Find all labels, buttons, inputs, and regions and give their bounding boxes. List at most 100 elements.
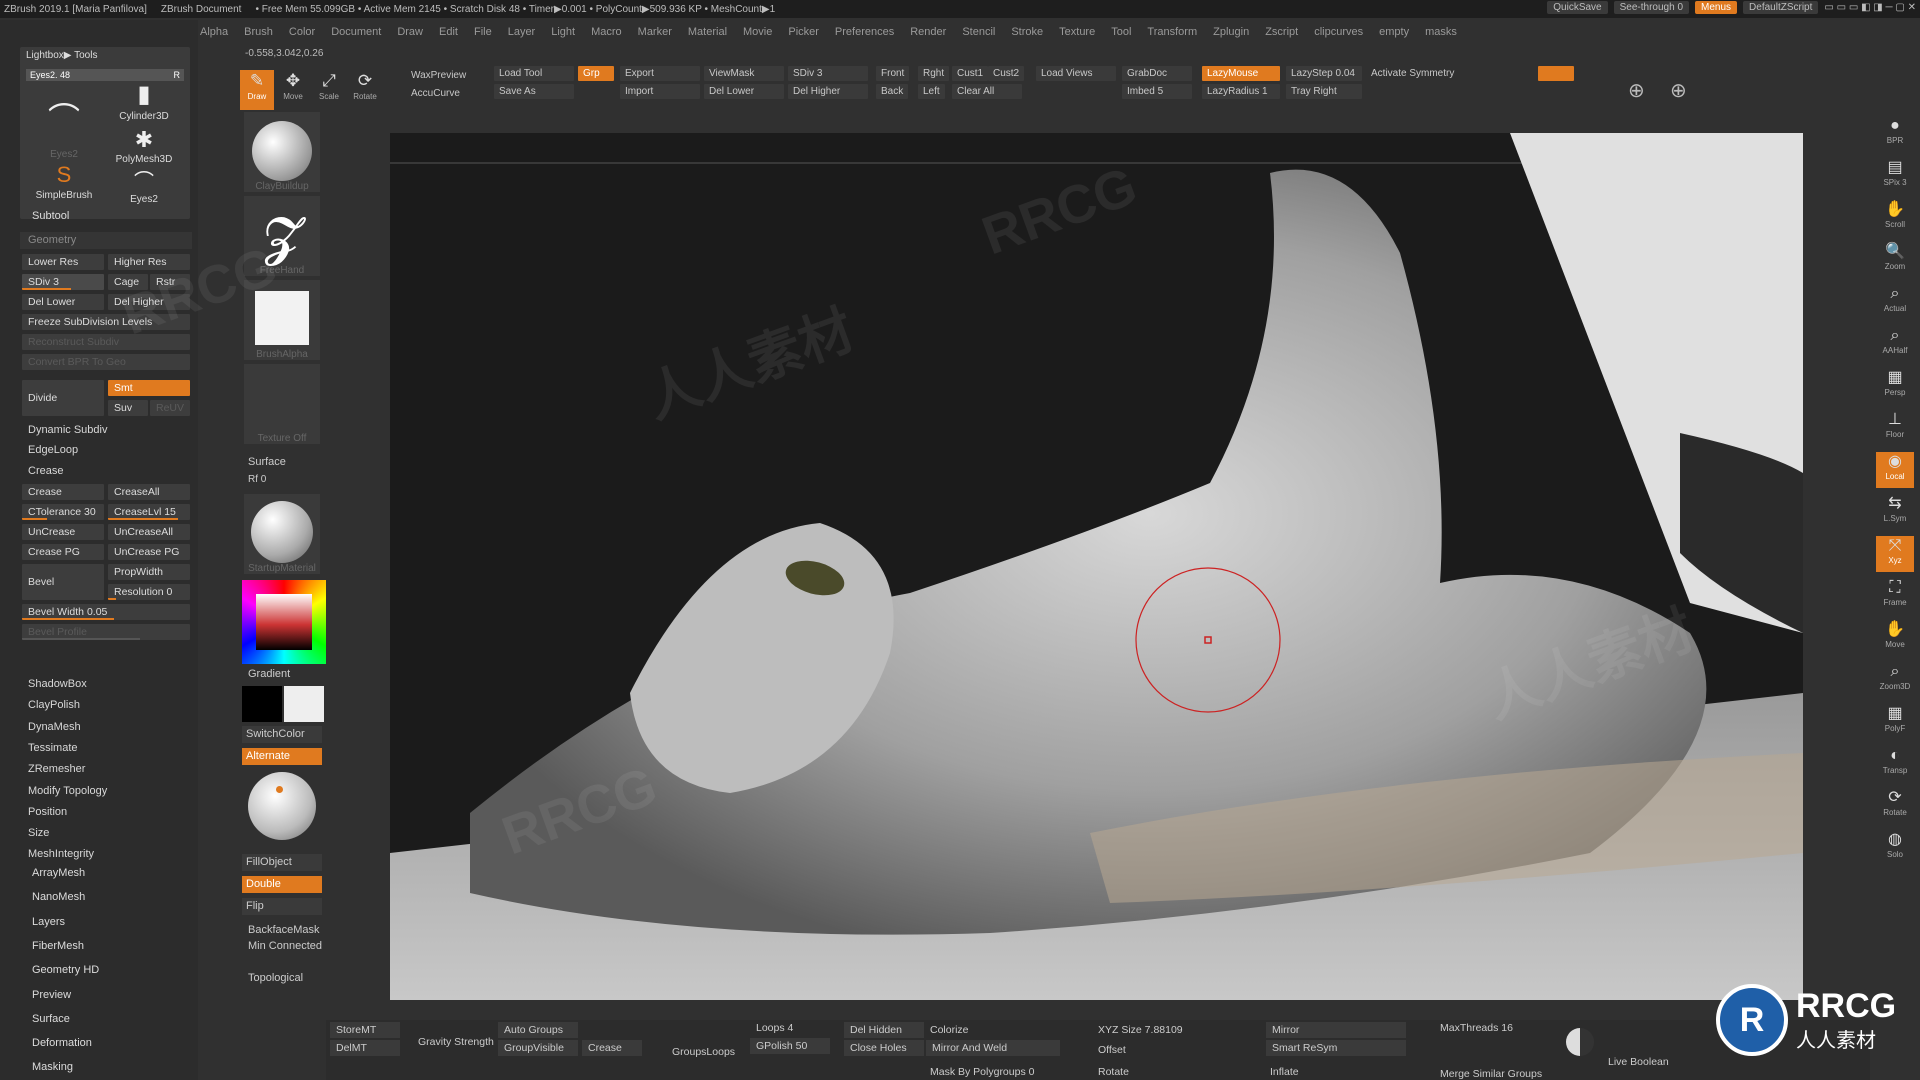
wax-preview-button[interactable]: WaxPreview xyxy=(406,68,471,83)
cust2-button[interactable]: Cust2 xyxy=(988,66,1025,81)
lazyradius-slider[interactable]: LazyRadius 1 xyxy=(1202,84,1280,99)
menu-light[interactable]: Light xyxy=(551,26,575,38)
menu-empty[interactable]: empty xyxy=(1379,26,1409,38)
right-view-button[interactable]: Rght xyxy=(918,66,950,81)
canvas-viewport[interactable] xyxy=(390,133,1803,1000)
rightbar-floor-button[interactable]: ⊥ Floor xyxy=(1876,410,1914,446)
del-hidden-button[interactable]: Del Hidden xyxy=(844,1022,924,1038)
uncrease-pg-button[interactable]: UnCrease PG xyxy=(108,544,190,560)
tool-section-fibermesh[interactable]: FiberMesh xyxy=(32,940,84,952)
menu-marker[interactable]: Marker xyxy=(638,26,672,38)
crease-section[interactable]: Crease xyxy=(20,463,190,480)
back-view-button[interactable]: Back xyxy=(876,84,909,99)
tool-section-layers[interactable]: Layers xyxy=(32,916,65,928)
gravity-strength-slider[interactable]: Gravity Strength xyxy=(418,1036,494,1048)
menu-zscript[interactable]: Zscript xyxy=(1265,26,1298,38)
menu-stencil[interactable]: Stencil xyxy=(962,26,995,38)
cage-button[interactable]: Cage xyxy=(108,274,148,290)
geometry-header[interactable]: Geometry xyxy=(20,232,192,249)
move-mode-button[interactable]: ✥ Move xyxy=(276,70,310,110)
rightbar-actual-button[interactable]: ⌕ Actual xyxy=(1876,284,1914,320)
tool-section-masking[interactable]: Masking xyxy=(32,1061,73,1073)
geometry-sub-position[interactable]: Position xyxy=(20,804,192,821)
menu-layer[interactable]: Layer xyxy=(508,26,536,38)
geometry-sub-meshintegrity[interactable]: MeshIntegrity xyxy=(20,846,192,863)
rightbar-spix-button[interactable]: ▤ SPix 3 xyxy=(1876,158,1914,194)
rightbar-transp-button[interactable]: ◐ Transp xyxy=(1876,746,1914,782)
reconstruct-subdiv-button[interactable]: Reconstruct Subdiv xyxy=(22,334,190,350)
stroke-tile[interactable]: 𝓩 FreeHand xyxy=(244,196,320,276)
viewmask-button[interactable]: ViewMask xyxy=(704,66,784,81)
rightbar-zoom-button[interactable]: 🔍 Zoom xyxy=(1876,242,1914,278)
max-threads-slider[interactable]: MaxThreads 16 xyxy=(1440,1022,1513,1034)
double-toggle[interactable]: Double xyxy=(242,876,322,893)
uncrease-all-button[interactable]: UnCreaseAll xyxy=(108,524,190,540)
menus-button[interactable]: Menus xyxy=(1695,1,1738,14)
fill-object-button[interactable]: FillObject xyxy=(242,854,322,871)
flip-button[interactable]: Flip xyxy=(242,898,322,915)
tool-section-nanomesh[interactable]: NanoMesh xyxy=(32,891,85,903)
higher-res-button[interactable]: Higher Res xyxy=(108,254,190,270)
tool-section-surface[interactable]: Surface xyxy=(32,1013,70,1025)
rightbar-zoom3d-button[interactable]: ⌕ Zoom3D xyxy=(1876,662,1914,698)
min-connected-slider[interactable]: Min Connected xyxy=(248,940,322,952)
store-mt-button[interactable]: StoreMT xyxy=(330,1022,400,1038)
resolution-slider[interactable]: Resolution 0 xyxy=(108,584,190,600)
menu-render[interactable]: Render xyxy=(910,26,946,38)
topological-toggle[interactable]: Topological xyxy=(248,972,303,984)
subtool-section[interactable]: Subtool xyxy=(32,210,210,222)
alternate-toggle[interactable]: Alternate xyxy=(242,748,322,765)
rightbar-move-button[interactable]: ✋ Move xyxy=(1876,620,1914,656)
rightbar-solo-button[interactable]: ◍ Solo xyxy=(1876,830,1914,866)
default-script-button[interactable]: DefaultZScript xyxy=(1743,1,1819,14)
menu-masks[interactable]: masks xyxy=(1425,26,1457,38)
groups-loops-button[interactable]: GroupsLoops xyxy=(672,1046,735,1058)
rotate-slider[interactable]: Rotate xyxy=(1098,1066,1129,1078)
imbed-slider[interactable]: Imbed 5 xyxy=(1122,84,1192,99)
uncrease-button[interactable]: UnCrease xyxy=(22,524,104,540)
loops-slider[interactable]: Loops 4 xyxy=(756,1022,793,1034)
rightbar-persp-button[interactable]: ▦ Persp xyxy=(1876,368,1914,404)
rightbar-scroll-button[interactable]: ✋ Scroll xyxy=(1876,200,1914,236)
import-button[interactable]: Import xyxy=(620,84,700,99)
del-higher-button[interactable]: Del Higher xyxy=(108,294,190,310)
save-as-button[interactable]: Save As xyxy=(494,84,574,99)
geometry-sub-claypolish[interactable]: ClayPolish xyxy=(20,697,192,714)
rightbar-local-button[interactable]: ◉ Local xyxy=(1876,452,1914,488)
lightbox-tools-header[interactable]: Lightbox▶ Tools xyxy=(26,50,97,61)
menu-transform[interactable]: Transform xyxy=(1147,26,1197,38)
reuv-button[interactable]: ReUV xyxy=(150,400,190,416)
smt-toggle[interactable]: Smt xyxy=(108,380,190,396)
menu-edit[interactable]: Edit xyxy=(439,26,458,38)
auto-groups-button[interactable]: Auto Groups xyxy=(498,1022,578,1038)
del-mt-button[interactable]: DelMT xyxy=(330,1040,400,1056)
crease-all-button[interactable]: CreaseAll xyxy=(108,484,190,500)
menu-movie[interactable]: Movie xyxy=(743,26,772,38)
geometry-sub-modify-topology[interactable]: Modify Topology xyxy=(20,783,192,800)
live-boolean-icon[interactable] xyxy=(1566,1028,1594,1056)
menu-document[interactable]: Document xyxy=(331,26,381,38)
menu-texture[interactable]: Texture xyxy=(1059,26,1095,38)
geometry-sub-dynamesh[interactable]: DynaMesh xyxy=(20,719,192,736)
snapshot-s-icon[interactable]: ⊕ xyxy=(1628,78,1645,103)
ctolerance-slider[interactable]: CTolerance 30 xyxy=(22,504,104,520)
rightbar-lsym-button[interactable]: ⇆ L.Sym xyxy=(1876,494,1914,530)
rf-slider[interactable]: Rf 0 xyxy=(248,474,266,485)
geometry-sub-tessimate[interactable]: Tessimate xyxy=(20,740,192,757)
dynamic-subdiv-section[interactable]: Dynamic Subdiv xyxy=(20,422,190,439)
rightbar-frame-button[interactable]: ⛶ Frame xyxy=(1876,578,1914,614)
menu-brush[interactable]: Brush xyxy=(244,26,273,38)
divide-button[interactable]: Divide xyxy=(22,380,104,416)
del-lower-top-button[interactable]: Del Lower xyxy=(704,84,784,99)
bevel-width-slider[interactable]: Bevel Width 0.05 xyxy=(22,604,190,620)
tray-right-button[interactable]: Tray Right xyxy=(1286,84,1362,99)
sdiv-slider[interactable]: SDiv 3 xyxy=(22,274,104,290)
menu-clipcurves[interactable]: clipcurves xyxy=(1314,26,1363,38)
texture-tile[interactable]: Texture Off xyxy=(244,364,320,444)
rightbar-bpr-button[interactable]: ● BPR xyxy=(1876,116,1914,152)
rightbar-xyz-button[interactable]: ⤧ Xyz xyxy=(1876,536,1914,572)
tool-thumb-polymesh[interactable]: ✱ PolyMesh3D xyxy=(104,125,184,166)
material-tile[interactable]: StartupMaterial xyxy=(244,494,320,574)
crease-level-slider[interactable]: CreaseLvl 15 xyxy=(108,504,190,520)
grp-toggle[interactable]: Grp xyxy=(578,66,614,81)
